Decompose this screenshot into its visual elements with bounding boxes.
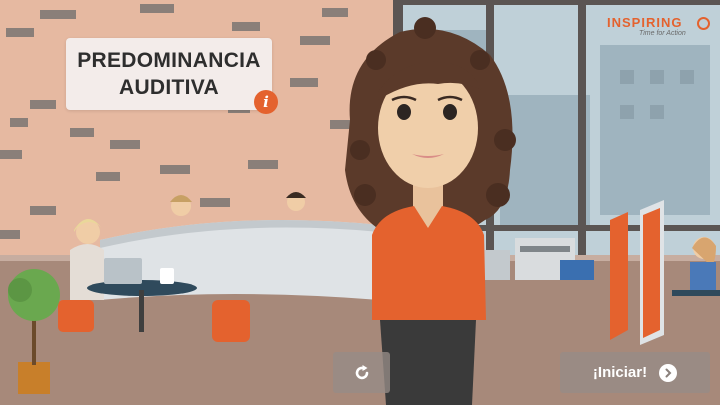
- chevron-right-icon: [659, 363, 678, 382]
- replay-button[interactable]: [333, 352, 390, 393]
- coffee-cup: [160, 268, 174, 284]
- title-line-1: PREDOMINANCIA: [77, 49, 261, 72]
- title-line-2: AUDITIVA: [118, 76, 219, 99]
- plant-pot: [18, 362, 50, 394]
- title-card: PREDOMINANCIA AUDITIVA: [66, 38, 272, 110]
- logo-tagline: Time for Action: [639, 30, 686, 37]
- replay-icon: [355, 364, 368, 379]
- brand-logo: INSPIRING Time for Action: [607, 15, 712, 37]
- start-button[interactable]: ¡Iniciar!: [560, 352, 710, 393]
- character-pants: [380, 320, 476, 405]
- start-button-label: ¡Iniciar!: [592, 364, 648, 381]
- laptop: [104, 258, 142, 284]
- slide-stage: PREDOMINANCIA AUDITIVA i INSPIRING Time …: [0, 0, 720, 405]
- logo-ring-icon: [697, 17, 710, 30]
- info-button[interactable]: i: [254, 90, 278, 114]
- logo-wordmark: INSPIRING: [607, 15, 683, 30]
- info-icon: i: [263, 93, 269, 111]
